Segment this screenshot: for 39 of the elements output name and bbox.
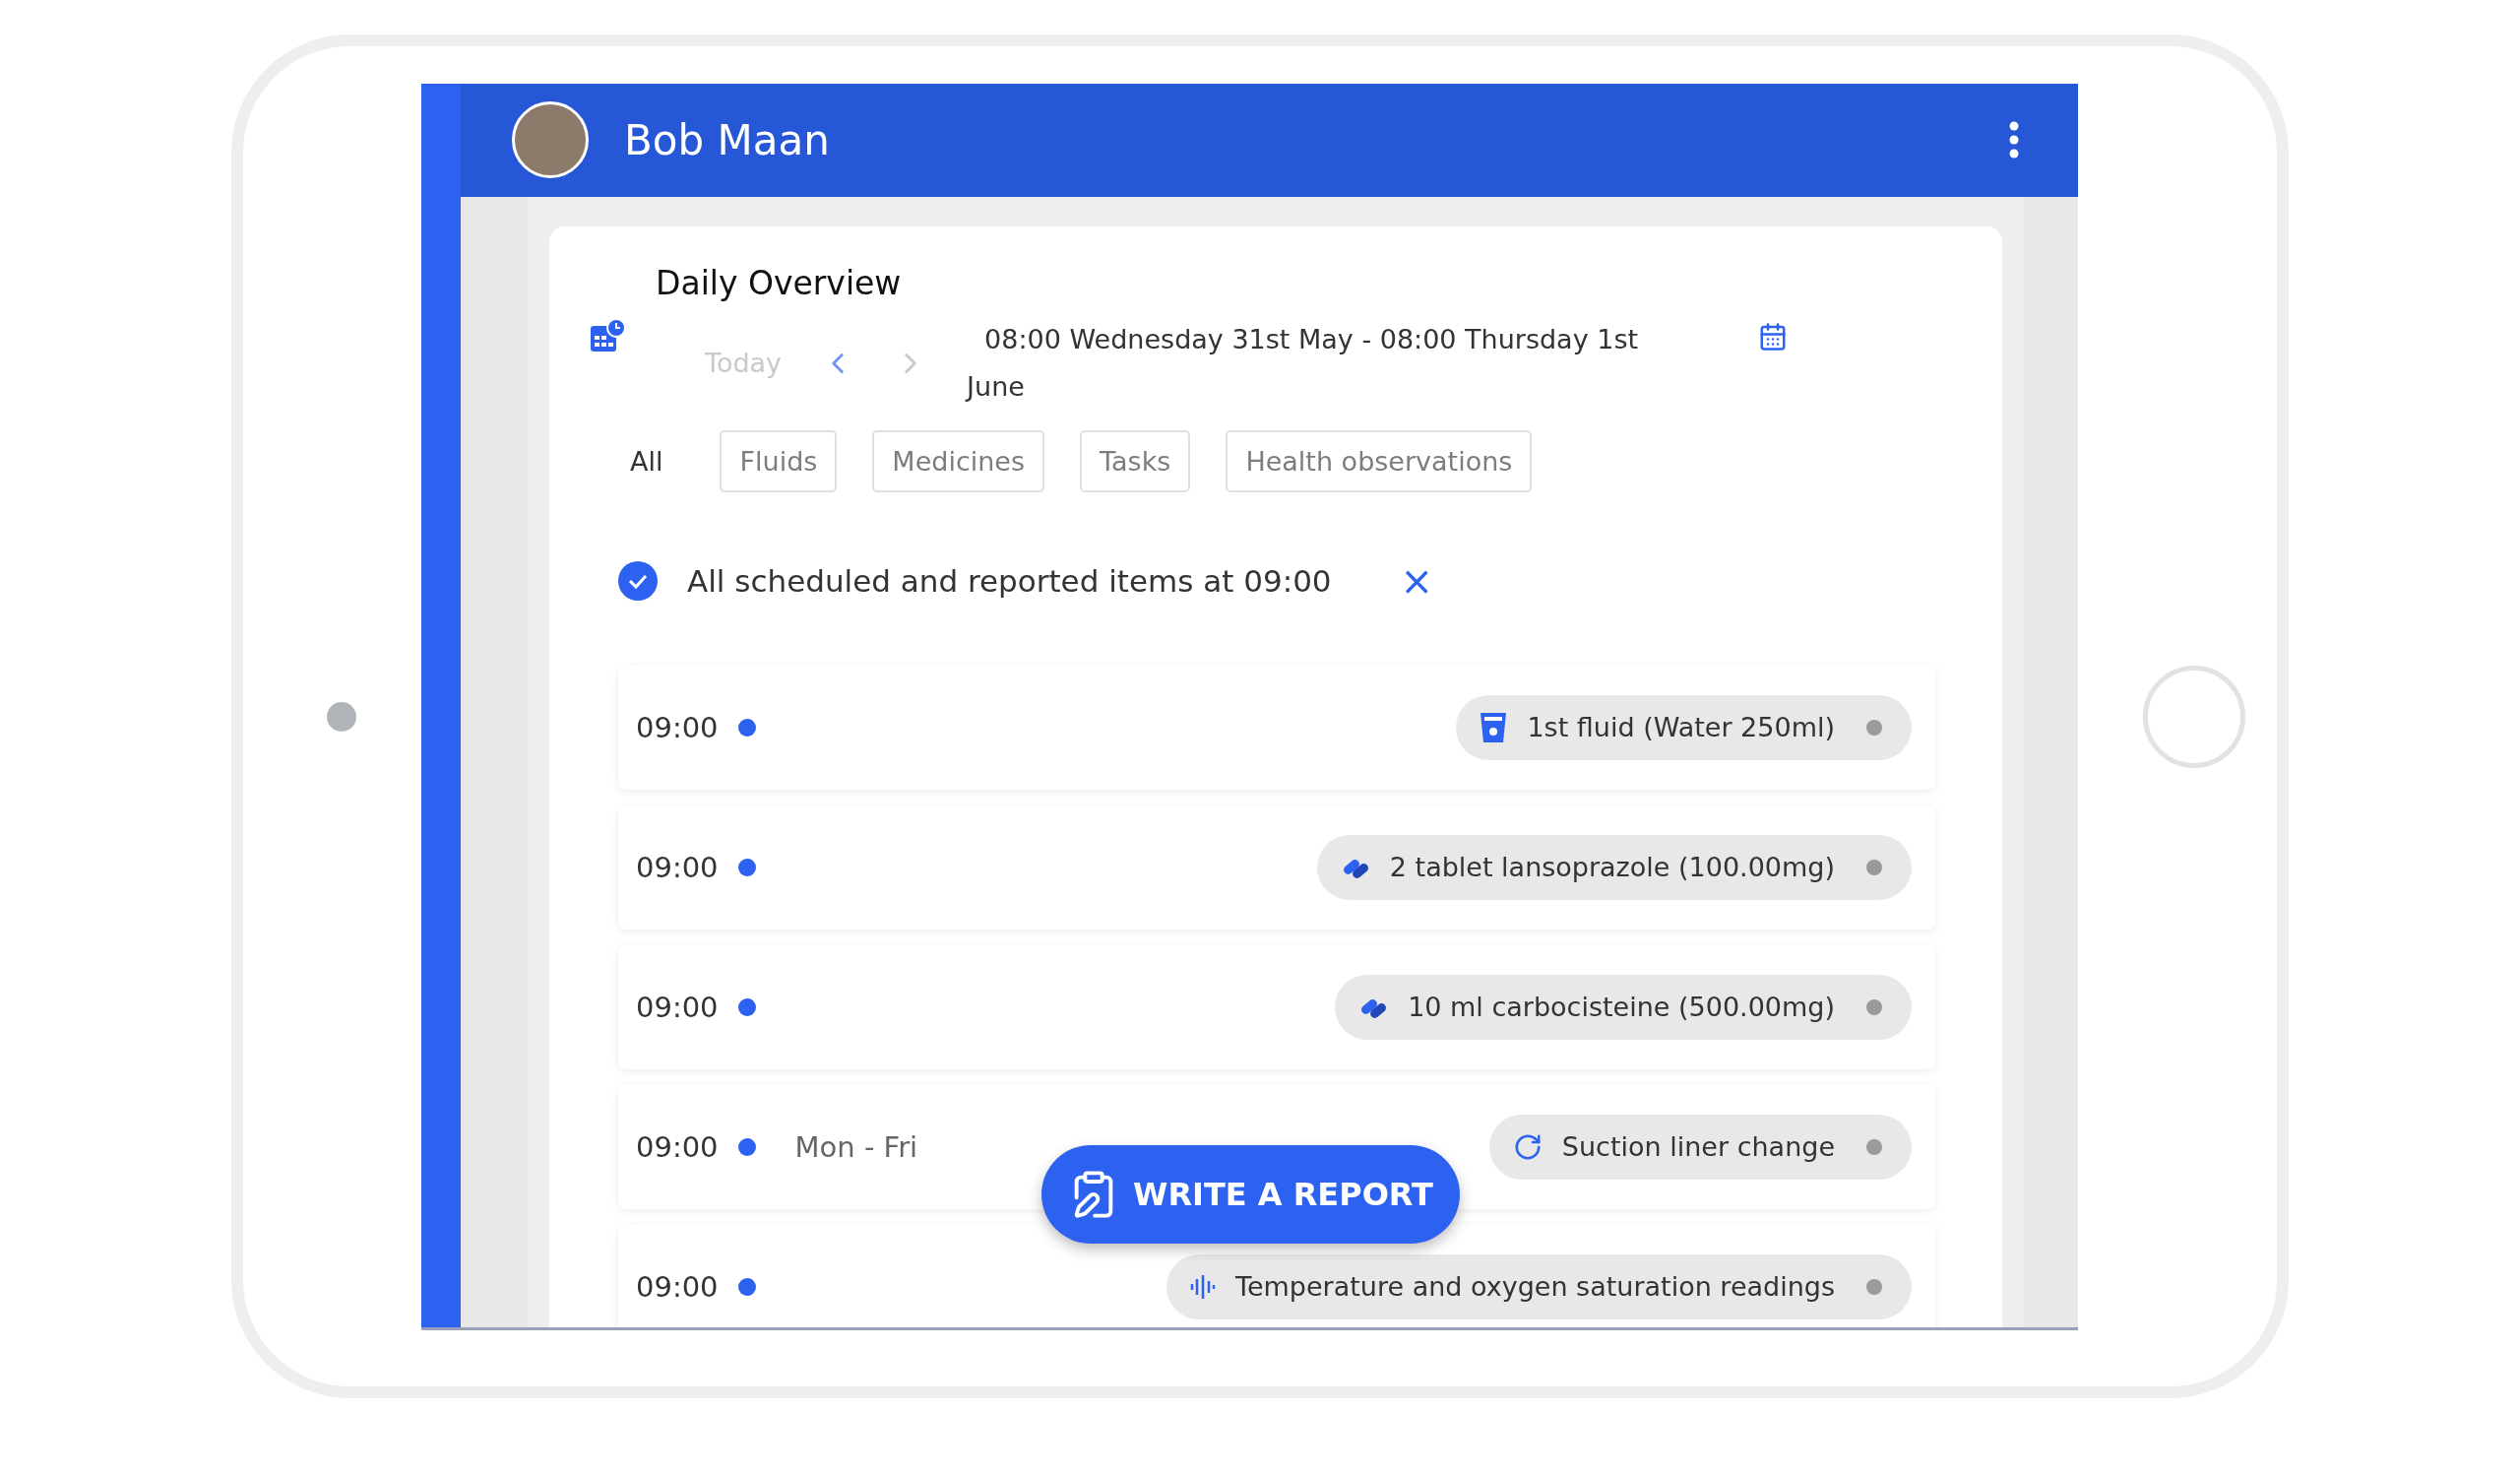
status-dot [737,1277,756,1296]
close-button[interactable]: × [1400,560,1434,601]
status-dot [737,1137,756,1156]
status-dot [1866,1278,1882,1295]
status-dot [737,718,756,737]
menu-button[interactable] [2009,121,2019,159]
calendar-button[interactable] [1758,322,1788,352]
time-label: 09:00 [636,990,719,1024]
filter-tab[interactable]: Fluids [720,429,838,492]
status-dot [1866,1138,1882,1155]
status-dot [1866,719,1882,736]
camera-dot [327,701,356,732]
calendar-icon [1758,322,1788,352]
more-icon [2009,121,2019,159]
date-range: 08:00 Wednesday 31st May - 08:00 Thursday 1st June [967,322,1640,404]
item-chip[interactable]: Temperature and oxygen saturation readings [1166,1253,1912,1319]
item-chip[interactable]: 1st fluid (Water 250ml) [1456,694,1912,760]
status-dot [737,858,756,876]
time-label: 09:00 [636,1269,719,1304]
notice-text: All scheduled and reported items at 09:00 [687,562,1332,599]
patient-name: Bob Maan [624,115,831,164]
check-circle-icon [618,560,658,601]
filter-tab[interactable]: Health observations [1226,429,1533,492]
time-label: 09:00 [636,1129,719,1164]
item-chip[interactable]: 10 ml carbocisteine (500.00mg) [1335,974,1912,1040]
status-dot [1866,859,1882,875]
status-dot [737,997,756,1016]
repeat-label: Mon - Fri [794,1129,918,1164]
cup-icon [1480,711,1508,743]
time-label: 09:00 [636,710,719,744]
overview-title: Daily Overview [656,263,903,302]
filter-tab[interactable]: Medicines [872,429,1045,492]
waveform-icon [1190,1273,1217,1300]
write-report-button[interactable]: WRITE A REPORT [1041,1144,1460,1244]
item-chip[interactable]: 2 tablet lansoprazole (100.00mg) [1316,834,1912,900]
item-chip[interactable]: Suction liner change [1488,1114,1912,1180]
time-label: 09:00 [636,850,719,884]
filter-tab[interactable]: Tasks [1080,429,1191,492]
status-dot [1866,998,1882,1015]
